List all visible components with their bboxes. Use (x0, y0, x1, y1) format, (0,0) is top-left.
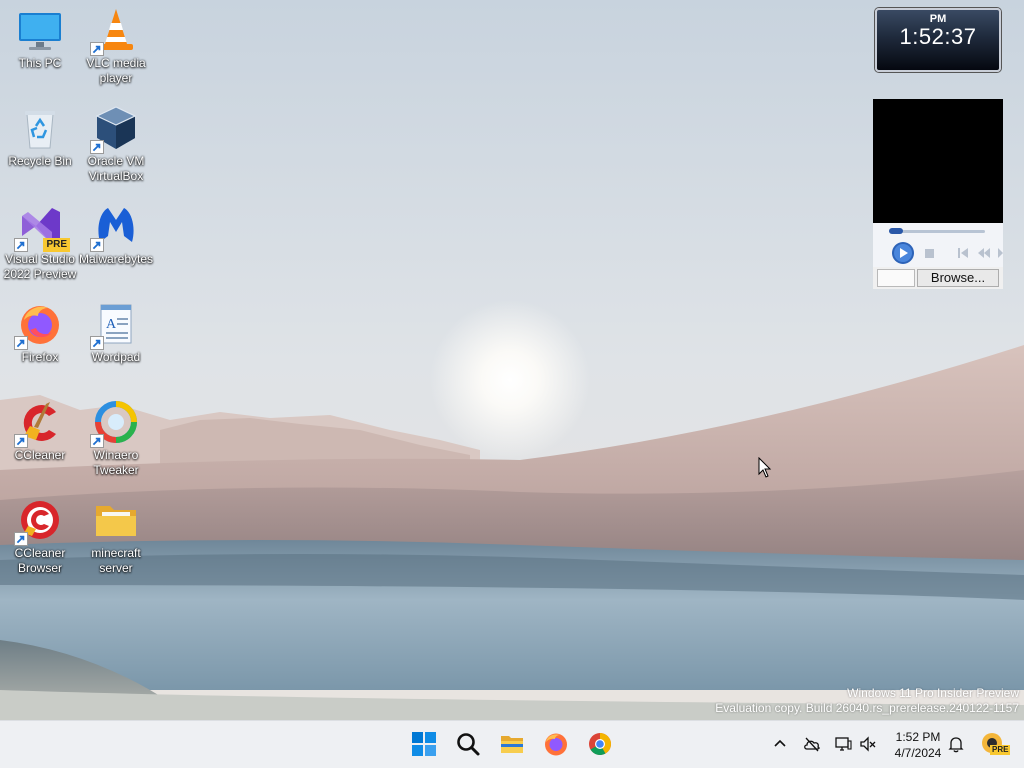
tray-preview-badge: PRE (990, 745, 1011, 755)
desktop-icon-visual-studio[interactable]: PRE Visual Studio 2022 Preview (0, 196, 80, 288)
clock-time: 1:52:37 (899, 24, 977, 49)
taskbar-time: 1:52 PM (895, 730, 941, 744)
desktop-icon-label: CCleaner (14, 448, 66, 462)
desktop-icon-this-pc[interactable]: This PC (0, 0, 80, 92)
desktop-icon-label: minecraft server (91, 546, 141, 575)
mouse-pointer-icon (758, 457, 772, 478)
desktop-icon-label: Recycle Bin (8, 154, 72, 168)
shortcut-arrow-icon (14, 336, 28, 350)
file-path-field[interactable] (877, 269, 915, 287)
desktop-icon-label: Oracle VM VirtualBox (87, 154, 145, 183)
previous-track-icon[interactable] (957, 247, 969, 259)
seek-bar[interactable] (889, 230, 985, 233)
taskbar-app-chrome[interactable] (585, 729, 615, 759)
desktop-icon-label: Wordpad (91, 350, 141, 364)
desktop-icon-label: Visual Studio 2022 Preview (3, 252, 77, 281)
browse-button[interactable]: Browse... (917, 269, 999, 287)
desktop-icon-ccleaner-browser[interactable]: CCleaner Browser (0, 490, 80, 582)
taskbar-app-file-explorer[interactable] (497, 729, 527, 759)
desktop-icon-label: VLC media player (86, 56, 146, 85)
network-icon[interactable] (834, 735, 852, 753)
play-icon[interactable] (891, 241, 915, 265)
desktop-icon-virtualbox[interactable]: Oracle VM VirtualBox (76, 98, 156, 190)
stop-icon[interactable] (925, 249, 934, 258)
desktop-icon-minecraft-server-folder[interactable]: minecraft server (76, 490, 156, 582)
start-icon (412, 732, 436, 756)
media-controls (873, 223, 1003, 267)
shortcut-arrow-icon (90, 140, 104, 154)
folder-icon (96, 506, 136, 536)
desktop-icon-label: Malwarebytes (78, 252, 154, 266)
next-track-icon[interactable] (997, 247, 1003, 259)
desktop-icon-label: Winaero Tweaker (93, 448, 139, 477)
shortcut-arrow-icon (14, 532, 28, 546)
media-video-area (873, 99, 1003, 223)
desktop-icon-firefox[interactable]: Firefox (0, 294, 80, 386)
shortcut-arrow-icon (90, 434, 104, 448)
preview-badge: PRE (43, 238, 70, 252)
desktop-icon-ccleaner[interactable]: CCleaner (0, 392, 80, 484)
desktop-icon-label: CCleaner Browser (14, 546, 66, 575)
desktop-icon-label: This PC (18, 56, 62, 70)
clock-gadget[interactable]: PM 1:52:37 (875, 8, 1001, 72)
shortcut-arrow-icon (90, 42, 104, 56)
taskbar-date: 4/7/2024 (894, 746, 942, 760)
taskbar-clock[interactable]: 1:52 PM 4/7/2024 (884, 729, 952, 761)
chevron-up-icon[interactable] (771, 735, 789, 753)
monitor-icon (19, 13, 61, 50)
notification-bell-icon[interactable] (947, 735, 965, 753)
watermark-edition: Windows 11 Pro Insider Preview (847, 686, 1019, 700)
desktop-icon-malwarebytes[interactable]: Malwarebytes (76, 196, 156, 288)
desktop-icon-wordpad[interactable]: A Wordpad (76, 294, 156, 386)
media-player-gadget: Browse... (873, 99, 1003, 289)
onedrive-offline-icon[interactable] (803, 735, 821, 753)
shortcut-arrow-icon (14, 434, 28, 448)
shortcut-arrow-icon (90, 336, 104, 350)
seek-thumb[interactable] (889, 228, 903, 234)
evaluation-watermark: Windows 11 Pro Insider Preview Evaluatio… (715, 686, 1019, 716)
shortcut-arrow-icon (14, 238, 28, 252)
volume-muted-icon[interactable] (859, 735, 877, 753)
svg-text:A: A (106, 317, 117, 332)
search-button[interactable] (453, 729, 483, 759)
recycle-bin-icon (25, 111, 55, 149)
desktop-icon-recycle-bin[interactable]: Recycle Bin (0, 98, 80, 190)
search-icon (457, 733, 480, 756)
watermark-build: Evaluation copy. Build 26040.rs_prerelea… (715, 701, 1019, 715)
taskbar-app-firefox[interactable] (541, 729, 571, 759)
media-browse-bar: Browse... (873, 267, 1003, 289)
desktop-icon-vlc[interactable]: VLC media player (76, 0, 156, 92)
chrome-icon (589, 733, 611, 755)
file-explorer-icon (501, 736, 523, 753)
start-button[interactable] (409, 729, 439, 759)
desktop-icon-winaero-tweaker[interactable]: Winaero Tweaker (76, 392, 156, 484)
desktop-icon-label: Firefox (21, 350, 59, 364)
taskbar: 1:52 PM 4/7/2024 PRE (0, 720, 1024, 768)
shortcut-arrow-icon (90, 238, 104, 252)
insider-preview-tray-button[interactable]: PRE (980, 731, 1011, 757)
rewind-icon[interactable] (977, 247, 991, 259)
firefox-icon (545, 733, 567, 756)
